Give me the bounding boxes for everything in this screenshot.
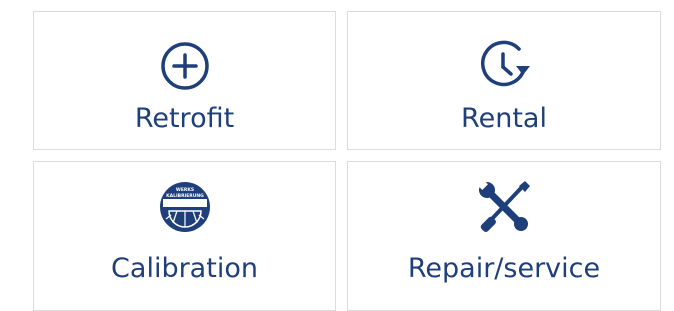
plus-circle-icon — [155, 36, 215, 96]
calibration-label: Calibration — [111, 253, 258, 284]
calibration-seal-icon: WERKS KALIBRIERUNG — [155, 177, 215, 237]
calibration-tile[interactable]: WERKS KALIBRIERUNG Calibration — [33, 161, 336, 311]
clock-arrow-icon — [474, 36, 534, 96]
seal-text-bottom: KALIBRIERUNG — [166, 193, 204, 199]
repair-service-tile[interactable]: Repair/service — [347, 161, 661, 311]
rental-tile[interactable]: Rental — [347, 11, 661, 150]
seal-text-top: WERKS — [175, 187, 193, 193]
retrofit-label: Retrofit — [134, 103, 235, 134]
retrofit-tile[interactable]: Retrofit — [33, 11, 336, 150]
repair-service-label: Repair/service — [407, 253, 601, 284]
rental-label: Rental — [461, 103, 547, 134]
tools-icon — [474, 177, 534, 237]
